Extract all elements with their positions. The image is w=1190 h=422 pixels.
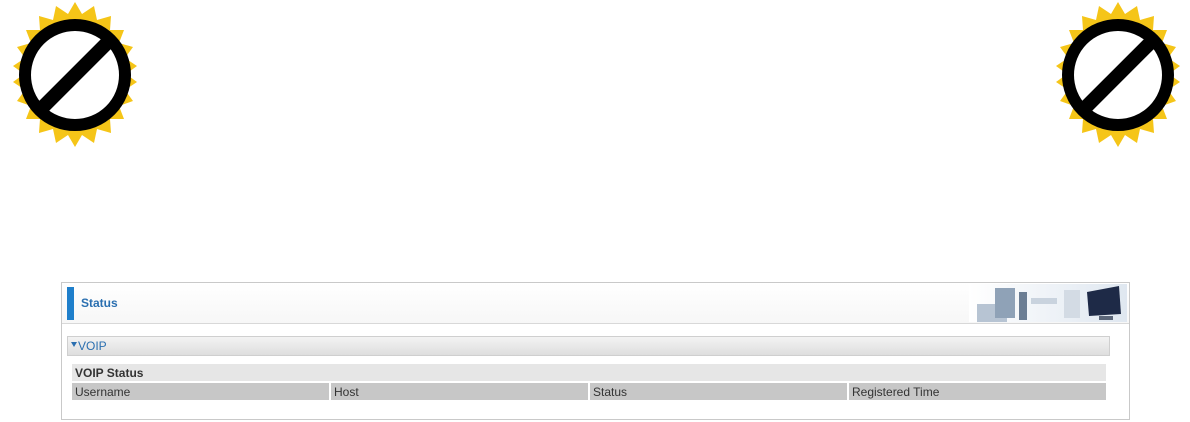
office-banner-image	[969, 284, 1127, 322]
voip-status-table: VOIP Status Username Host Status Registe…	[70, 362, 1108, 402]
column-header-status: Status	[590, 383, 847, 400]
status-panel: Status VOIP VOIP Status Username Host St…	[61, 282, 1130, 420]
panel-header: Status	[62, 283, 1129, 324]
table-caption: VOIP Status	[72, 364, 1106, 381]
triangle-down-icon	[71, 342, 77, 347]
table-header-row: Username Host Status Registered Time	[72, 383, 1106, 400]
column-header-registered-time: Registered Time	[849, 383, 1106, 400]
page-title: Status	[81, 296, 118, 310]
column-header-username: Username	[72, 383, 329, 400]
no-entry-badge-icon-left	[0, 0, 150, 150]
no-entry-badge-icon-right	[1043, 0, 1190, 150]
header-accent-bar	[67, 287, 74, 320]
voip-section-bar[interactable]: VOIP	[67, 336, 1110, 356]
column-header-host: Host	[331, 383, 588, 400]
section-title: VOIP	[78, 339, 107, 353]
